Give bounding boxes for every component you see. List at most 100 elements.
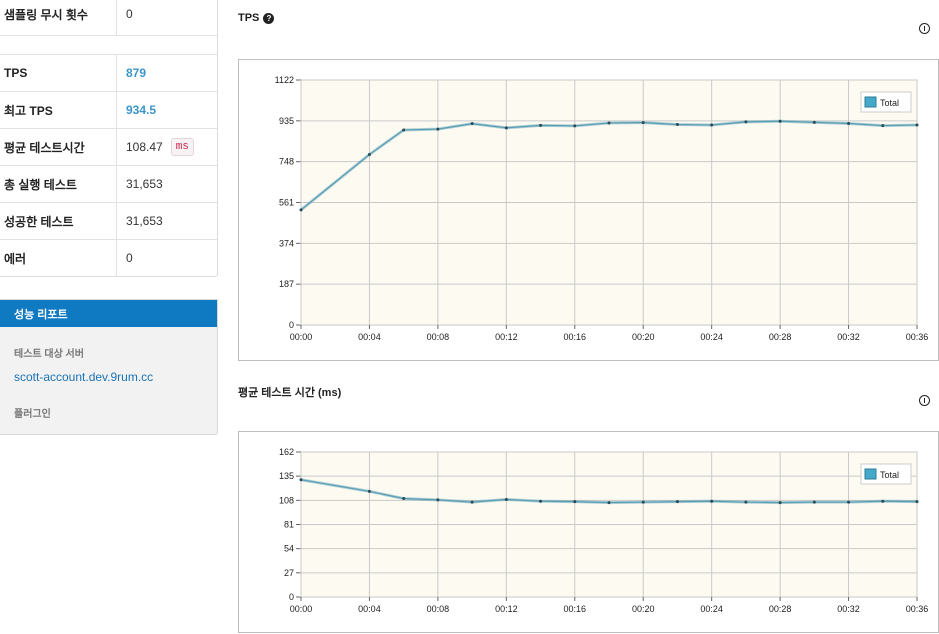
data-point [607,121,611,125]
y-tick-label: 187 [279,279,294,289]
x-tick-label: 00:04 [358,604,381,614]
target-server-link[interactable]: scott-account.dev.9rum.cc [14,370,153,384]
stat-row-spacer [0,35,217,54]
x-tick-label: 00:32 [837,604,860,614]
stat-row-errors: 에러 0 [0,239,217,276]
data-point [847,121,851,125]
stat-label: 최고 TPS [0,92,117,128]
unit-badge: ms [170,138,194,156]
x-tick-label: 00:16 [564,332,587,342]
x-tick-label: 00:16 [564,604,587,614]
data-point [641,500,645,504]
report-header[interactable]: 성능 리포트 [0,300,217,327]
data-point [881,499,885,503]
stat-value-wrap: 108.47 ms [117,138,194,156]
y-tick-label: 0 [289,592,294,602]
tps-chart-svg: 0 187 374 561 748 935 1122 00:00 00:04 00:08 00:12… [275,75,929,342]
y-tick-label: 27 [284,568,294,578]
x-tick-label: 00:12 [495,604,518,614]
x-tick-label: 00:28 [769,332,792,342]
x-tick-label: 00:24 [700,604,723,614]
stat-row-tps: TPS 879 [0,54,217,91]
y-tick-label: 135 [279,471,294,481]
download-icon[interactable] [919,23,930,34]
data-point [367,152,371,156]
data-point [915,500,919,504]
y-tick-label: 81 [284,520,294,530]
data-point [436,127,440,131]
stat-row-peak-tps: 최고 TPS 934.5 [0,91,217,128]
mean-time-chart-title: 평균 테스트 시간 (ms) [238,384,341,400]
data-point [504,497,508,501]
x-tick-label: 00:24 [700,332,723,342]
data-point [710,123,714,127]
y-tick-label: 162 [279,447,294,457]
legend-label: Total [880,98,899,108]
legend-label: Total [880,470,899,480]
y-tick-label: 374 [279,238,294,248]
y-tick-label: 748 [279,157,294,167]
report-panel: 성능 리포트 테스트 대상 서버 scott-account.dev.9rum.… [0,299,218,435]
data-point [881,124,885,128]
data-point [847,500,851,504]
data-point [573,500,577,504]
x-tick-label: 00:00 [290,604,313,614]
data-point [675,123,679,127]
download-icon[interactable] [919,395,930,406]
data-point [470,500,474,504]
data-point [504,126,508,130]
data-point [641,121,645,125]
x-tick-label: 00:32 [837,332,860,342]
target-server-label: 테스트 대상 서버 [14,349,84,360]
x-tick-label: 00:04 [358,332,381,342]
x-tick-label: 00:36 [906,604,929,614]
x-tick-label: 00:20 [632,604,655,614]
question-icon[interactable]: ? [263,12,275,24]
stat-label: 샘플링 무시 횟수 [0,0,117,35]
stats-table: 샘플링 무시 횟수 0 TPS 879 최고 TPS 934.5 평균 테스트시… [0,0,218,277]
data-point [778,119,782,123]
stat-label: 에러 [0,240,117,276]
stat-label: 평균 테스트시간 [0,129,117,165]
plugin-label[interactable]: 플러그인 [14,405,51,420]
x-tick-label: 00:20 [632,332,655,342]
data-point [470,122,474,126]
y-tick-label: 1122 [275,75,294,85]
data-point [436,498,440,502]
stat-value: 879 [126,66,147,80]
chart-title-text: 평균 테스트 시간 (ms) [238,387,342,399]
stat-label: 성공한 테스트 [0,203,117,239]
x-tick-label: 00:12 [495,332,518,342]
data-point [367,489,371,493]
stat-value: 108.47 [126,140,163,154]
stat-row-success-tests: 성공한 테스트 31,653 [0,202,217,239]
stat-value: 0 [126,251,133,265]
x-tick-label: 00:08 [427,332,450,342]
data-point [299,208,303,212]
data-point [573,124,577,128]
x-tick-label: 00:00 [290,332,313,342]
mean-time-chart-svg: 0 27 54 81 108 135 162 00:00 00:04 00:08 00:12 00:1… [279,447,929,614]
legend-swatch [864,468,877,480]
data-point [812,120,816,124]
stat-value: 0 [126,7,133,21]
data-point [402,128,406,132]
data-point [402,497,406,501]
legend: Total [860,463,912,485]
stat-value: 31,653 [126,214,163,228]
y-tick-label: 0 [289,320,294,330]
y-tick-label: 935 [279,116,294,126]
y-tick-label: 108 [279,495,294,505]
stat-row-mean-time: 평균 테스트시간 108.47 ms [0,128,217,165]
data-point [710,499,714,503]
stat-label: 총 실행 테스트 [0,166,117,202]
y-tick-label: 561 [279,198,294,208]
data-point [539,499,543,503]
legend: Total [860,91,912,113]
y-tick-label: 54 [284,544,294,554]
data-point [675,500,679,504]
data-point [539,123,543,127]
data-point [299,478,303,482]
x-tick-label: 00:36 [906,332,929,342]
stat-label: TPS [0,55,117,91]
